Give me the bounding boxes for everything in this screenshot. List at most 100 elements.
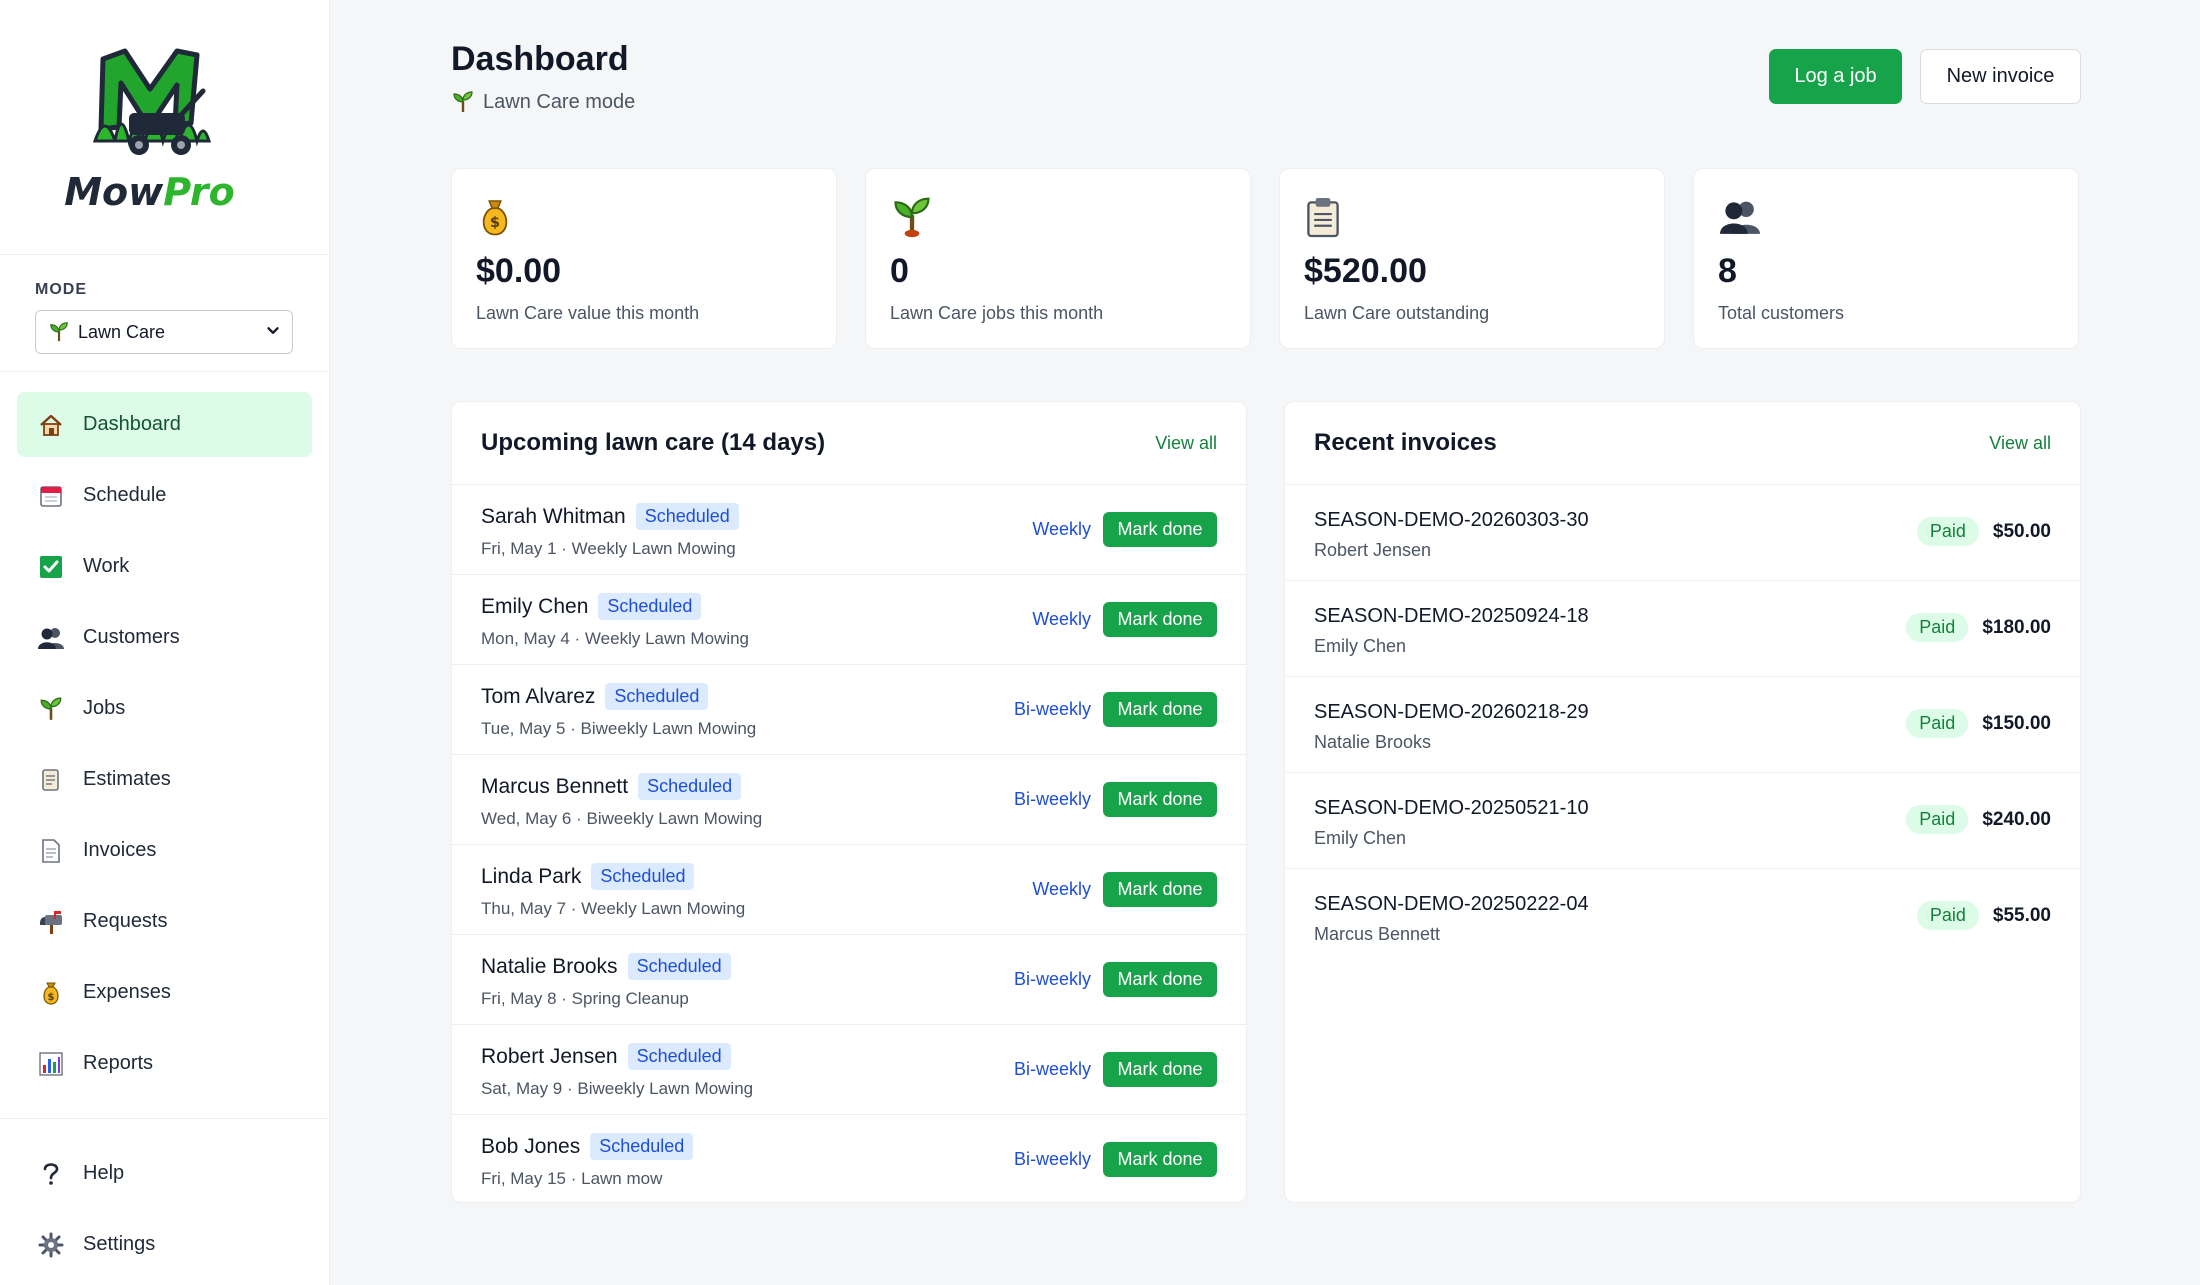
status-badge: Scheduled (627, 1043, 731, 1070)
status-badge: Scheduled (591, 863, 695, 890)
sidebar-item-work[interactable]: Work (17, 534, 312, 599)
invoice-number: SEASON-DEMO-20260218-29 (1314, 701, 1589, 723)
invoice-row[interactable]: SEASON-DEMO-20260303-30 Robert Jensen Pa… (1285, 485, 2080, 581)
invoices-view-all-link[interactable]: View all (1989, 433, 2051, 454)
sidebar-item-jobs[interactable]: Jobs (17, 676, 312, 741)
job-meta: Wed, May 6 · Biweekly Lawn Mowing (481, 809, 763, 828)
stat-label: Lawn Care value this month (476, 303, 700, 323)
status-badge: Scheduled (635, 503, 739, 530)
job-meta: Mon, May 4 · Weekly Lawn Mowing (481, 629, 750, 648)
upcoming-row[interactable]: Bob Jones Scheduled Fri, May 15 · Lawn mo… (452, 1115, 1246, 1202)
sidebar-item-reports[interactable]: Reports (17, 1031, 312, 1096)
recent-invoices-panel: Recent invoices View all SEASON-DEMO-202… (1284, 401, 2081, 1203)
sidebar-item-estimates[interactable]: Estimates (17, 747, 312, 812)
sidebar-item-requests[interactable]: Requests (17, 889, 312, 954)
frequency-label: Bi-weekly (1013, 789, 1091, 809)
invoice-number: SEASON-DEMO-20250222-04 (1314, 893, 1589, 915)
mower-logo-icon (92, 48, 211, 155)
log-job-button[interactable]: Log a job (1769, 49, 1902, 104)
invoices-panel-title: Recent invoices (1314, 429, 1497, 456)
page-subtitle: Lawn Care mode (451, 90, 635, 114)
users-icon (37, 624, 65, 652)
mode-select[interactable]: Lawn Care (35, 310, 293, 354)
sidebar-bottom-nav: Help Settings (0, 1118, 330, 1283)
mark-done-button[interactable]: Mark done (1103, 1052, 1217, 1087)
mark-done-button[interactable]: Mark done (1103, 872, 1217, 907)
invoice-row[interactable]: SEASON-DEMO-20250222-04 Marcus Bennett P… (1285, 869, 2080, 965)
sprout-icon (451, 90, 475, 114)
frequency-label: Weekly (1032, 879, 1091, 899)
clipboard-icon (1304, 194, 1664, 240)
mark-done-button[interactable]: Mark done (1103, 512, 1217, 547)
mark-done-button[interactable]: Mark done (1103, 962, 1217, 997)
invoice-number: SEASON-DEMO-20260303-30 (1314, 509, 1589, 531)
stat-value: 8 (1718, 252, 1737, 290)
job-meta: Fri, May 8 · Spring Cleanup (481, 989, 689, 1008)
sidebar-item-help[interactable]: Help (17, 1141, 313, 1206)
mailbox-icon (37, 908, 65, 936)
upcoming-row[interactable]: Natalie Brooks Scheduled Fri, May 8 · Spr… (452, 935, 1246, 1025)
upcoming-row[interactable]: Robert Jensen Scheduled Sat, May 9 · Biwe… (452, 1025, 1246, 1115)
invoice-customer: Emily Chen (1314, 636, 1407, 656)
frequency-label: Weekly (1032, 609, 1091, 629)
stat-label: Lawn Care outstanding (1304, 303, 1490, 323)
mark-done-button[interactable]: Mark done (1103, 602, 1217, 637)
invoice-number: SEASON-DEMO-20250924-18 (1314, 605, 1589, 627)
invoice-row[interactable]: SEASON-DEMO-20250521-10 Emily Chen Paid $… (1285, 773, 2080, 869)
invoice-amount: $180.00 (1982, 616, 2051, 638)
sidebar-item-label: Work (83, 555, 130, 577)
gear-icon (37, 1231, 65, 1259)
sidebar-item-label: Customers (83, 626, 180, 648)
brand-name: MowPro (64, 169, 235, 214)
sidebar-item-label: Help (83, 1162, 125, 1184)
sidebar-item-label: Expenses (83, 981, 171, 1003)
sidebar-item-label: Schedule (83, 484, 167, 506)
invoice-customer: Robert Jensen (1314, 540, 1432, 560)
document-icon (37, 837, 65, 865)
mark-done-button[interactable]: Mark done (1103, 1142, 1217, 1177)
customer-name: Marcus Bennett (481, 774, 629, 798)
invoice-customer: Emily Chen (1314, 828, 1407, 848)
invoice-list: SEASON-DEMO-20260303-30 Robert Jensen Pa… (1285, 485, 2080, 965)
invoices-panel-header: Recent invoices View all (1285, 402, 2080, 485)
upcoming-row[interactable]: Emily Chen Scheduled Mon, May 4 · Weekly … (452, 575, 1246, 665)
chevron-down-icon (264, 322, 282, 345)
users-icon (1718, 194, 2078, 240)
sidebar-item-schedule[interactable]: Schedule (17, 463, 312, 528)
house-icon (37, 411, 65, 439)
sidebar-item-label: Invoices (83, 839, 157, 861)
upcoming-view-all-link[interactable]: View all (1155, 433, 1217, 454)
checkbox-icon (37, 553, 65, 581)
mark-done-button[interactable]: Mark done (1103, 782, 1217, 817)
new-invoice-button[interactable]: New invoice (1920, 49, 2081, 104)
svg-text:$: $ (48, 992, 55, 1003)
invoice-row[interactable]: SEASON-DEMO-20250924-18 Emily Chen Paid $… (1285, 581, 2080, 677)
mark-done-button[interactable]: Mark done (1103, 692, 1217, 727)
invoice-row[interactable]: SEASON-DEMO-20260218-29 Natalie Brooks P… (1285, 677, 2080, 773)
calendar-icon (37, 482, 65, 510)
mode-select-value: Lawn Care (78, 321, 166, 342)
status-badge: Scheduled (627, 953, 731, 980)
stat-value: 0 (890, 252, 909, 290)
status-badge: Scheduled (590, 1133, 694, 1160)
sidebar-item-customers[interactable]: Customers (17, 605, 312, 670)
status-badge: Scheduled (598, 593, 702, 620)
sidebar-item-label: Jobs (83, 697, 126, 719)
sidebar-item-dashboard[interactable]: Dashboard (17, 392, 312, 457)
mode-subtitle-text: Lawn Care mode (483, 90, 636, 113)
upcoming-row[interactable]: Sarah Whitman Scheduled Fri, May 1 · Week… (452, 485, 1246, 575)
paid-badge: Paid (1916, 901, 1979, 930)
sidebar-item-invoices[interactable]: Invoices (17, 818, 312, 883)
stat-card-customers: 8 Total customers (1693, 168, 2079, 349)
sidebar-item-settings[interactable]: Settings (17, 1212, 313, 1277)
status-badge: Scheduled (638, 773, 742, 800)
upcoming-row[interactable]: Linda Park Scheduled Thu, May 7 · Weekly … (452, 845, 1246, 935)
sprout-icon (37, 695, 65, 723)
upcoming-row[interactable]: Marcus Bennett Scheduled Wed, May 6 · Biw… (452, 755, 1246, 845)
invoice-customer: Natalie Brooks (1314, 732, 1432, 752)
logo-area: MowPro (0, 0, 329, 255)
upcoming-row[interactable]: Tom Alvarez Scheduled Tue, May 5 · Biweek… (452, 665, 1246, 755)
mowpro-logo[interactable]: MowPro (64, 41, 235, 214)
sidebar-item-expenses[interactable]: $ Expenses (17, 960, 312, 1025)
sidebar-item-label: Reports (83, 1052, 154, 1074)
